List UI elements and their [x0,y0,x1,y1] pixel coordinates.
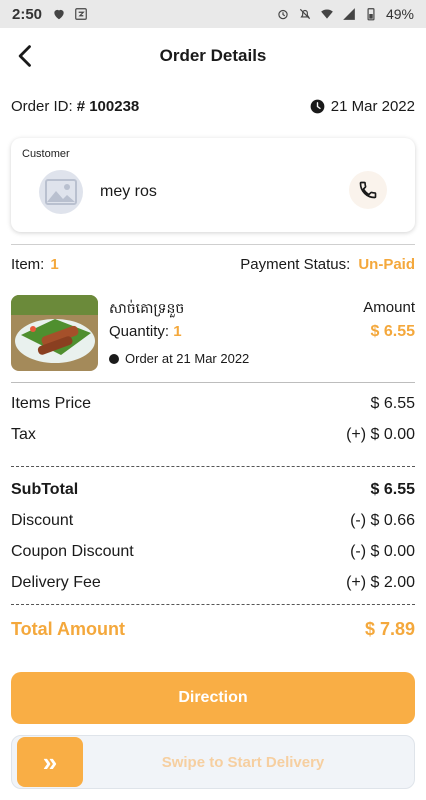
tax-row: Tax (+) $ 0.00 [11,426,415,444]
customer-name: mey ros [100,183,157,200]
quantity-label: Quantity: [109,323,170,340]
delivery-fee-row: Delivery Fee (+) $ 2.00 [11,574,415,592]
item-count-value: 1 [50,256,59,273]
alarm-icon [278,9,288,20]
item-image [11,295,98,371]
subtotal-label: SubTotal [11,481,79,498]
double-chevron-right-icon: » [42,747,58,777]
app-bar: Order Details [0,28,426,84]
page-title: Order Details [159,46,267,65]
delivery-fee-label: Delivery Fee [11,574,101,591]
delivery-fee-value: (+) $ 2.00 [346,574,415,591]
status-bar: 2:50 49% [0,0,426,28]
items-price-label: Items Price [11,395,92,412]
total-label: Total Amount [11,619,125,639]
battery-icon [367,8,375,21]
notifications-off-icon [299,8,311,20]
bullet-dot-icon [109,353,119,364]
image-placeholder-icon [45,179,77,205]
amount-value: $ 6.55 [370,323,415,340]
customer-card: Customer mey ros [11,138,415,232]
discount-label: Discount [11,512,74,529]
direction-button[interactable]: Direction [11,672,415,724]
phone-icon [359,181,377,199]
order-id-label: Order ID: [11,97,73,115]
coupon-discount-row: Coupon Discount (-) $ 0.00 [11,543,415,561]
battery-level: 49% [385,6,414,22]
divider [11,244,415,245]
item-name: សាច់គោទ្រនួច [109,300,185,316]
coupon-discount-label: Coupon Discount [11,543,134,560]
subtotal-value: $ 6.55 [370,481,415,498]
amount-label: Amount [363,299,415,316]
discount-value: (-) $ 0.66 [350,512,415,529]
total-value: $ 7.89 [364,619,415,639]
order-id-value: # 100238 [76,97,140,115]
payment-status-badge: Un-Paid [358,256,415,273]
quantity-value: 1 [173,323,182,340]
status-time: 2:50 [12,5,43,23]
order-info-row: Order ID: # 100238 21 Mar 2022 [0,96,426,116]
items-price-row: Items Price $ 6.55 [11,395,415,413]
dashed-divider [11,466,415,467]
coupon-discount-value: (-) $ 0.00 [350,543,415,560]
item-quantity: Quantity: 1 [109,323,182,340]
tax-value: (+) $ 0.00 [346,426,415,443]
avatar [39,170,83,214]
divider [11,382,415,383]
app-notification-icon [75,8,87,20]
call-button[interactable] [349,171,387,209]
total-row: Total Amount $ 7.89 [11,619,415,640]
payment-status-label: Payment Status: [240,256,351,273]
item-count-label: Item: [11,256,45,273]
clock-icon [310,99,325,113]
tax-label: Tax [11,426,36,443]
food-photo-icon [11,295,98,371]
signal-icon [343,8,355,20]
item-order-date-text: Order at 21 Mar 2022 [125,351,250,366]
wifi-icon [321,9,333,19]
customer-label: Customer [22,148,70,160]
heart-pulse-icon [54,9,64,20]
swipe-handle[interactable]: » [17,737,83,787]
order-date-text: 21 Mar 2022 [330,97,415,115]
items-price-value: $ 6.55 [370,395,415,412]
item-payment-row: Item: 1 Payment Status: Un-Paid [11,256,415,273]
discount-row: Discount (-) $ 0.66 [11,512,415,530]
subtotal-row: SubTotal $ 6.55 [11,481,415,499]
order-date: 21 Mar 2022 [310,98,415,115]
back-arrow-icon[interactable] [12,42,40,70]
item-order-date: Order at 21 Mar 2022 [109,351,249,366]
dashed-divider [11,604,415,605]
